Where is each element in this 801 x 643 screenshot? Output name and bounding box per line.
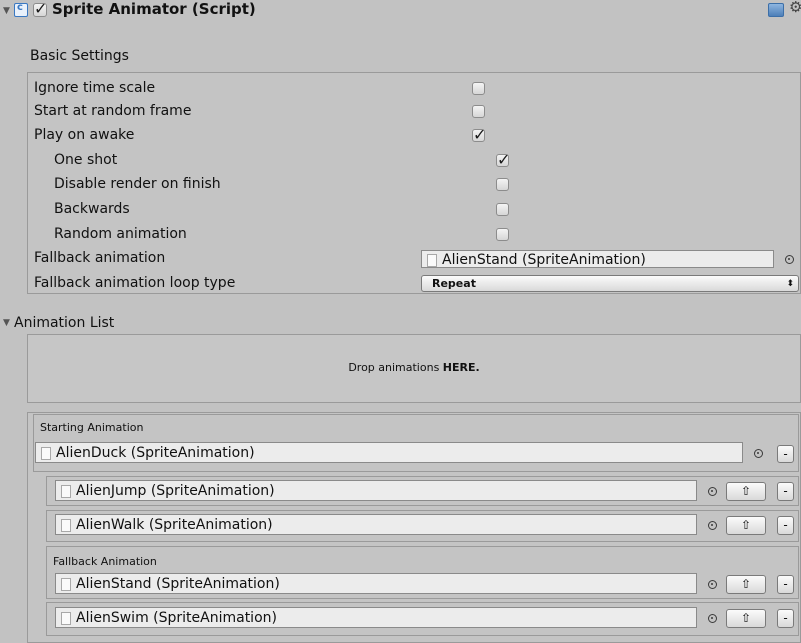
one-shot-checkbox[interactable]: ✓ xyxy=(496,150,510,169)
document-icon xyxy=(61,612,71,625)
object-picker-icon[interactable] xyxy=(754,449,763,458)
object-picker-icon[interactable] xyxy=(785,255,794,264)
object-picker-icon[interactable] xyxy=(708,521,717,530)
disable-render-on-finish-checkbox[interactable] xyxy=(496,178,509,191)
dropdown-arrows-icon: ⬍ xyxy=(786,279,794,289)
object-picker-icon[interactable] xyxy=(708,580,717,589)
animation-item-field[interactable]: AlienSwim (SpriteAnimation) xyxy=(55,607,697,628)
remove-starting-animation-button[interactable]: - xyxy=(777,445,794,463)
basic-settings-heading: Basic Settings xyxy=(30,48,129,64)
disable-render-on-finish-label: Disable render on finish xyxy=(54,176,221,192)
drop-area[interactable]: Drop animations HERE. xyxy=(27,334,801,403)
animation-item-value: AlienStand (SpriteAnimation) xyxy=(76,576,280,592)
backwards-label: Backwards xyxy=(54,201,130,217)
script-icon: c xyxy=(14,2,28,17)
animation-item-field[interactable]: AlienWalk (SpriteAnimation) xyxy=(55,514,697,535)
remove-animation-button[interactable]: - xyxy=(777,516,794,535)
animation-item-value: AlienSwim (SpriteAnimation) xyxy=(76,610,277,626)
document-icon xyxy=(61,485,71,498)
start-at-random-frame-checkbox[interactable] xyxy=(472,105,485,118)
one-shot-label: One shot xyxy=(54,152,118,168)
document-icon xyxy=(427,254,437,267)
starting-animation-field[interactable]: AlienDuck (SpriteAnimation) xyxy=(35,442,743,463)
fallback-animation-field[interactable]: AlienStand (SpriteAnimation) xyxy=(421,250,774,268)
component-title: Sprite Animator (Script) xyxy=(52,0,256,18)
component-enabled-checkbox[interactable]: ✓ xyxy=(33,0,47,18)
foldout-arrow-icon[interactable]: ▼ xyxy=(3,6,10,16)
fallback-animation-label: Fallback animation xyxy=(34,250,166,266)
backwards-checkbox[interactable] xyxy=(496,203,509,216)
animation-item-value: AlienJump (SpriteAnimation) xyxy=(76,483,275,499)
fallback-animation-list-label: Fallback Animation xyxy=(53,555,157,568)
remove-animation-button[interactable]: - xyxy=(777,609,794,628)
document-icon xyxy=(61,519,71,532)
animation-list-foldout-icon[interactable]: ▼ xyxy=(3,318,10,328)
remove-animation-button[interactable]: - xyxy=(777,575,794,594)
fallback-loop-type-label: Fallback animation loop type xyxy=(34,275,236,291)
remove-animation-button[interactable]: - xyxy=(777,482,794,501)
ignore-time-scale-checkbox[interactable] xyxy=(472,82,485,95)
animation-list-heading: Animation List xyxy=(14,315,115,331)
object-picker-icon[interactable] xyxy=(708,614,717,623)
start-at-random-frame-label: Start at random frame xyxy=(34,103,192,119)
random-animation-label: Random animation xyxy=(54,226,187,242)
animation-item-field[interactable]: AlienStand (SpriteAnimation) xyxy=(55,573,697,594)
move-up-button[interactable]: ⇧ xyxy=(726,482,766,501)
fallback-loop-type-dropdown[interactable]: Repeat ⬍ xyxy=(421,275,799,292)
move-up-button[interactable]: ⇧ xyxy=(726,609,766,628)
fallback-animation-value: AlienStand (SpriteAnimation) xyxy=(442,252,646,268)
random-animation-checkbox[interactable] xyxy=(496,228,509,241)
move-up-button[interactable]: ⇧ xyxy=(726,575,766,594)
document-icon xyxy=(61,578,71,591)
fallback-loop-type-value: Repeat xyxy=(432,277,476,290)
book-icon[interactable] xyxy=(768,3,784,17)
animation-item-value: AlienWalk (SpriteAnimation) xyxy=(76,517,273,533)
starting-animation-label: Starting Animation xyxy=(40,421,144,434)
animation-item-field[interactable]: AlienJump (SpriteAnimation) xyxy=(55,480,697,501)
gear-icon[interactable]: ⚙ xyxy=(789,0,801,16)
document-icon xyxy=(41,447,51,460)
play-on-awake-label: Play on awake xyxy=(34,127,135,143)
object-picker-icon[interactable] xyxy=(708,487,717,496)
starting-animation-value: AlienDuck (SpriteAnimation) xyxy=(56,445,255,461)
drop-area-text: Drop animations HERE. xyxy=(348,361,480,374)
play-on-awake-checkbox[interactable]: ✓ xyxy=(472,125,486,144)
move-up-button[interactable]: ⇧ xyxy=(726,516,766,535)
ignore-time-scale-label: Ignore time scale xyxy=(34,80,156,96)
